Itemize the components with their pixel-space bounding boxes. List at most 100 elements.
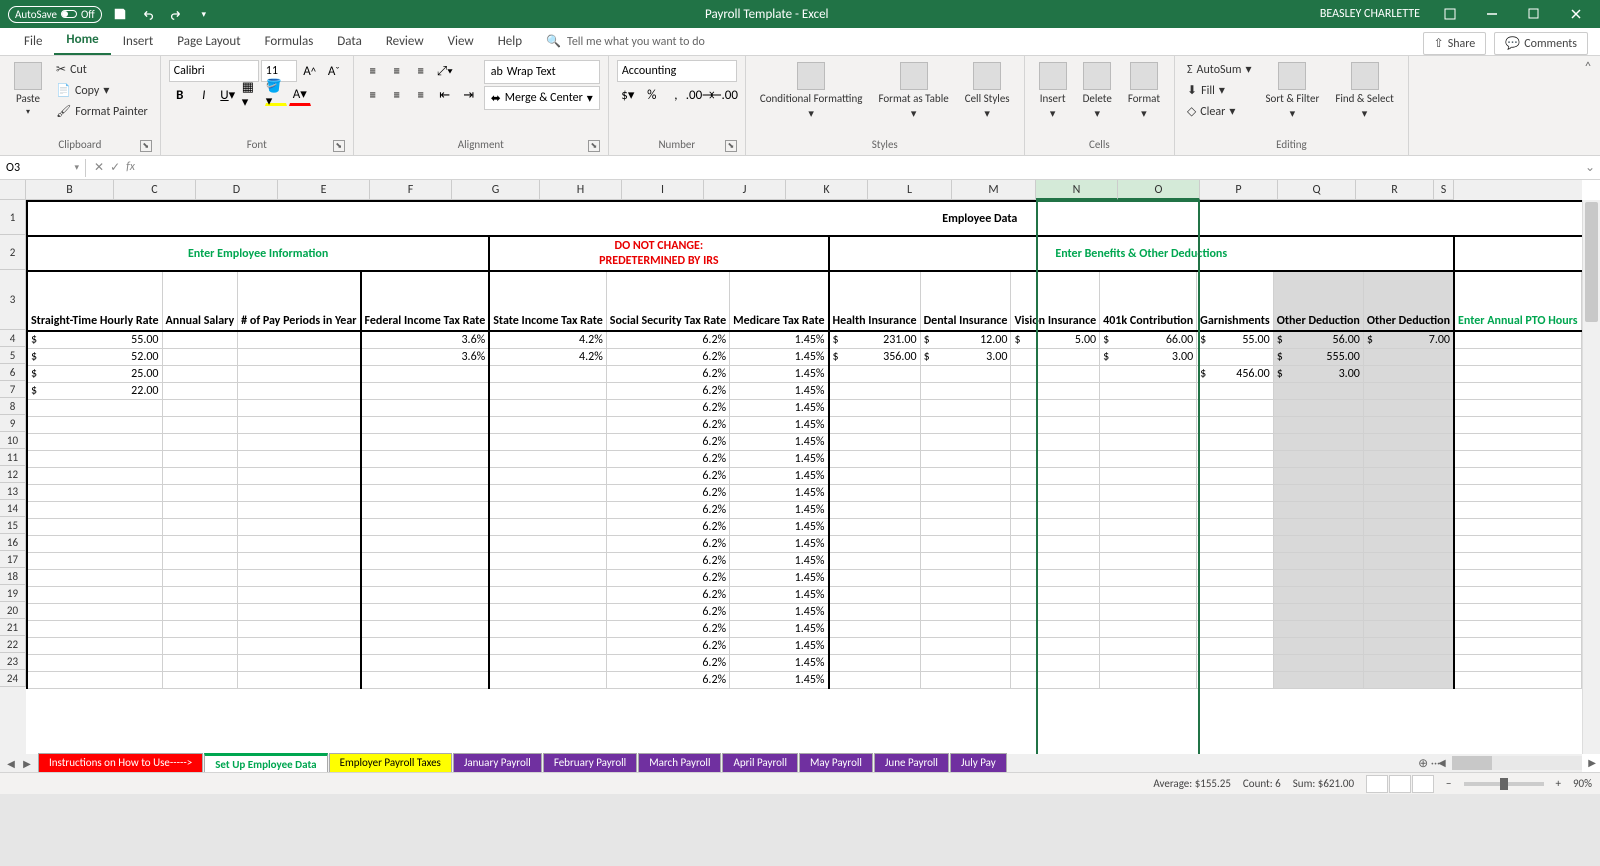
cell[interactable] [1197,416,1274,433]
page-break-view-button[interactable] [1412,775,1434,793]
cell[interactable] [829,382,921,399]
cell[interactable] [238,450,361,467]
cell[interactable] [1454,484,1581,501]
cell[interactable] [1363,433,1454,450]
merge-center-button[interactable]: ⬌Merge & Center ▾ [484,86,600,110]
cell[interactable] [1100,569,1197,586]
cell[interactable] [361,416,490,433]
cell[interactable]: 1.45% [730,535,829,552]
cell[interactable] [162,467,238,484]
cell[interactable] [27,552,162,569]
cell[interactable]: $22.00 [27,382,162,399]
cell[interactable] [162,348,238,365]
cut-button[interactable]: ✂Cut [52,60,152,79]
cell[interactable] [489,399,606,416]
cell[interactable] [920,501,1011,518]
grid[interactable]: Employee DataEnter Employee InformationD… [26,200,1582,754]
cell[interactable] [27,433,162,450]
tab-nav-next[interactable]: ▶ [20,757,34,770]
cell[interactable] [489,518,606,535]
cell[interactable]: Track Paid-Time-Off [1454,236,1582,271]
decrease-indent-icon[interactable]: ⇤ [434,84,456,106]
cell[interactable] [1454,603,1581,620]
cell[interactable] [1011,382,1100,399]
cell[interactable] [238,365,361,382]
cell[interactable] [920,586,1011,603]
col-header-F[interactable]: F [370,180,452,200]
cell[interactable] [489,416,606,433]
cell[interactable] [1011,484,1100,501]
cell[interactable] [489,365,606,382]
format-as-table-button[interactable]: Format as Table▾ [872,60,954,136]
cell[interactable] [238,535,361,552]
cell[interactable] [920,569,1011,586]
cell[interactable]: 1.45% [730,450,829,467]
cell[interactable] [1197,535,1274,552]
collapse-ribbon-icon[interactable]: ^ [1576,56,1600,155]
cell[interactable]: 6.2% [606,467,729,484]
cell[interactable]: $356.00 [829,348,921,365]
cell[interactable]: 1.45% [730,365,829,382]
cell[interactable] [829,620,921,637]
redo-icon[interactable] [166,4,186,24]
cell[interactable] [361,654,490,671]
cell[interactable]: 1.45% [730,637,829,654]
cell[interactable] [1273,671,1363,688]
tab-review[interactable]: Review [374,28,436,55]
cell[interactable]: Other Deduction [1273,271,1363,331]
cell[interactable] [829,365,921,382]
cell[interactable]: $55.00 [27,331,162,348]
tab-home[interactable]: Home [54,26,110,55]
cell[interactable] [162,450,238,467]
cell[interactable] [1197,484,1274,501]
col-header-D[interactable]: D [196,180,278,200]
cell[interactable] [1363,365,1454,382]
cell[interactable] [489,603,606,620]
cell[interactable] [27,569,162,586]
cell[interactable]: 1.45% [730,586,829,603]
cell[interactable] [1363,586,1454,603]
cell[interactable]: $25.00 [27,365,162,382]
row-header-12[interactable]: 12 [0,466,26,483]
cell[interactable] [361,450,490,467]
cell[interactable] [1100,620,1197,637]
cell[interactable] [489,535,606,552]
accounting-format-icon[interactable]: $▾ [617,84,639,106]
cell[interactable] [829,518,921,535]
cell[interactable] [27,620,162,637]
row-header-10[interactable]: 10 [0,432,26,449]
cell[interactable] [1273,501,1363,518]
cell[interactable] [829,552,921,569]
cell[interactable] [27,399,162,416]
cell[interactable] [238,416,361,433]
cell[interactable]: $66.00 [1100,331,1197,348]
cell[interactable] [238,603,361,620]
cell[interactable] [361,671,490,688]
undo-icon[interactable] [138,4,158,24]
cell[interactable] [489,552,606,569]
cell[interactable]: $55.00 [1197,331,1274,348]
normal-view-button[interactable] [1366,775,1388,793]
cell[interactable] [489,450,606,467]
cell[interactable]: 4.2% [489,331,606,348]
sort-filter-button[interactable]: Sort & Filter▾ [1259,60,1325,136]
cell[interactable]: 1.45% [730,331,829,348]
cell[interactable] [1273,518,1363,535]
cell[interactable]: 6.2% [606,433,729,450]
cell[interactable] [1363,552,1454,569]
cell[interactable]: Social Security Tax Rate [606,271,729,331]
cell[interactable] [1011,671,1100,688]
decrease-font-icon[interactable]: Aˇ [323,60,345,82]
cell[interactable] [361,620,490,637]
cell[interactable]: Federal Income Tax Rate [361,271,490,331]
sheet-tab[interactable]: April Payroll [722,753,798,772]
cell[interactable] [238,399,361,416]
vertical-scrollbar[interactable] [1582,200,1600,754]
sheet-tab[interactable]: Set Up Employee Data [204,753,327,772]
col-header-I[interactable]: I [622,180,704,200]
font-color-button[interactable]: A▾ [289,84,311,106]
expand-formula-bar-icon[interactable]: ⌄ [1580,160,1600,175]
cell[interactable] [1273,654,1363,671]
cell[interactable] [1454,365,1581,382]
cell[interactable] [1454,671,1581,688]
